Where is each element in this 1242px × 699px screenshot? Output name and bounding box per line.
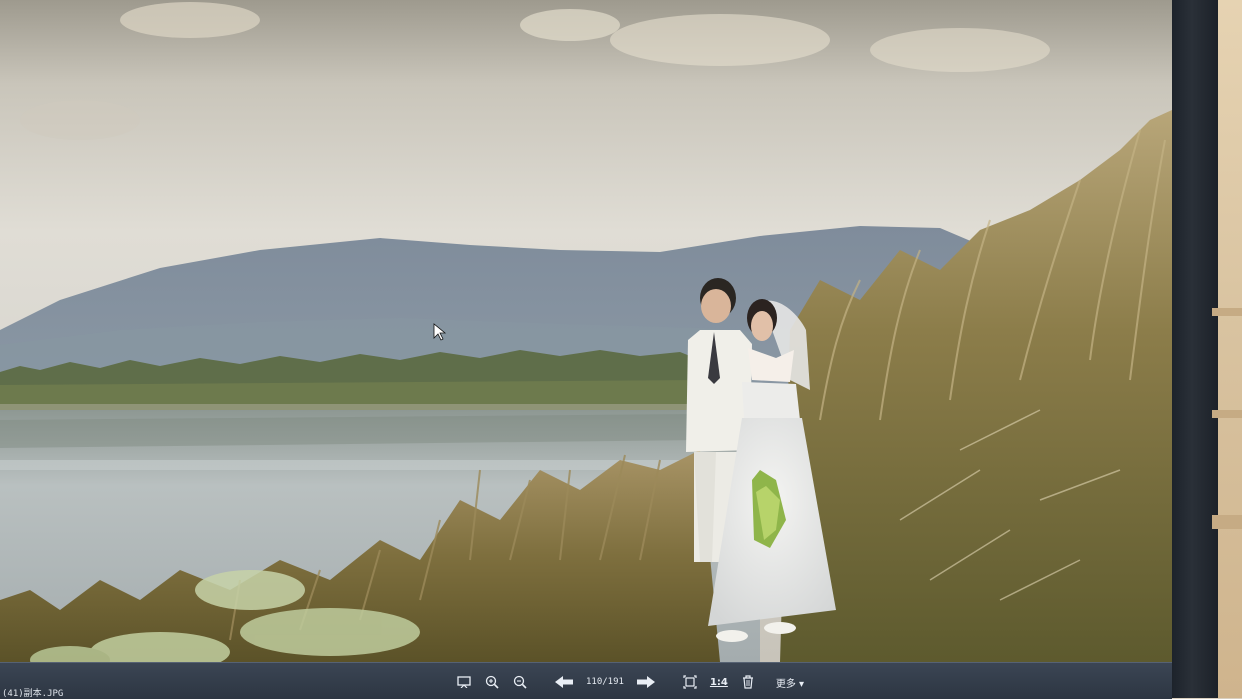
- toolbar-controls: 110/191 1:4 更多 ▾: [456, 672, 804, 692]
- actual-size-button[interactable]: 1:4: [710, 673, 728, 691]
- background-wall: [1218, 0, 1242, 698]
- delete-icon[interactable]: [740, 673, 756, 691]
- zoom-out-icon[interactable]: [512, 673, 528, 691]
- file-name: (41)副本.JPG: [2, 689, 64, 699]
- shelf: [1212, 410, 1242, 418]
- wedding-photo: [0, 0, 1172, 662]
- image-counter: 110/191: [586, 677, 624, 687]
- photo-viewport[interactable]: [0, 0, 1172, 662]
- monitor-bezel: [1172, 0, 1222, 698]
- shelf: [1212, 515, 1242, 529]
- slideshow-icon[interactable]: [456, 673, 472, 691]
- more-menu-button[interactable]: 更多 ▾: [776, 673, 804, 691]
- shelf: [1212, 308, 1242, 316]
- next-arrow-icon[interactable]: [636, 673, 656, 691]
- fit-to-window-icon[interactable]: [682, 673, 698, 691]
- previous-arrow-icon[interactable]: [554, 673, 574, 691]
- zoom-in-icon[interactable]: [484, 673, 500, 691]
